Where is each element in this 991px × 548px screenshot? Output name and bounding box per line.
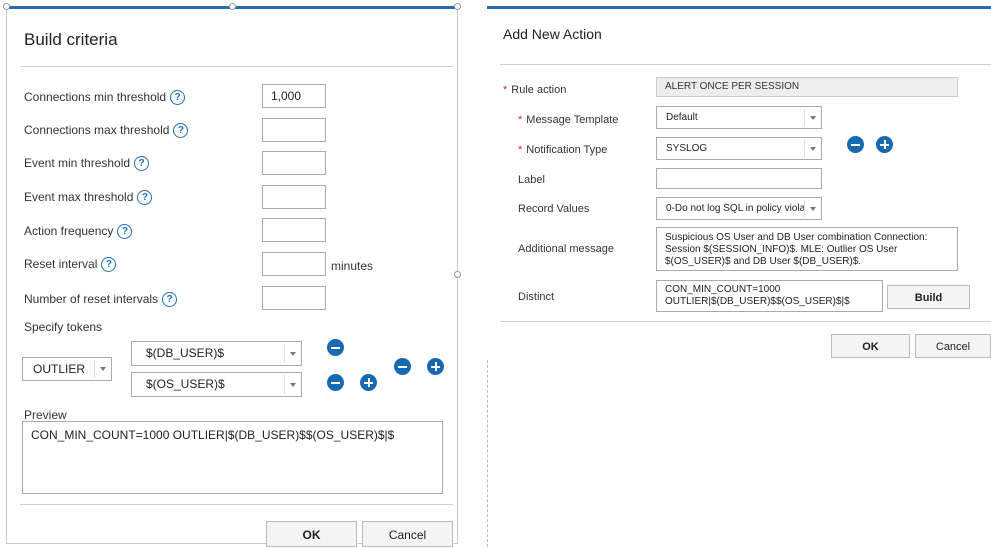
field-label-event-min: Event min threshold?	[24, 156, 150, 172]
resize-handle[interactable]	[454, 3, 461, 10]
connections-min-input[interactable]: 1,000	[262, 84, 326, 108]
add-token-group-icon[interactable]	[427, 358, 444, 375]
cancel-button[interactable]: Cancel	[362, 521, 453, 547]
record-values-label: Record Values	[518, 203, 590, 215]
ok-button[interactable]: OK	[266, 521, 357, 547]
field-label-reset-interval: Reset interval?	[24, 257, 117, 273]
label-input[interactable]	[656, 168, 822, 189]
help-icon[interactable]: ?	[101, 257, 117, 273]
chevron-down-icon	[804, 200, 821, 217]
help-icon[interactable]: ?	[173, 123, 189, 139]
field-label-reset-intervals: Number of reset intervals?	[24, 292, 178, 308]
specify-tokens-label: Specify tokens	[24, 320, 103, 334]
action-frequency-input[interactable]	[262, 218, 326, 242]
chevron-down-icon	[284, 344, 301, 363]
token-type-value: OUTLIER	[33, 362, 86, 376]
event-min-input[interactable]	[262, 151, 326, 175]
connections-max-input[interactable]	[262, 118, 326, 142]
additional-message-label: Additional message	[518, 243, 615, 255]
event-max-input[interactable]	[262, 185, 326, 209]
resize-handle[interactable]	[3, 3, 10, 10]
chevron-down-icon	[804, 140, 821, 157]
token-value-select-1[interactable]: $(DB_USER)$	[131, 341, 302, 366]
chevron-down-icon	[94, 360, 111, 378]
remove-notification-icon[interactable]	[847, 136, 864, 153]
reset-intervals-input[interactable]	[262, 286, 326, 310]
token-type-select[interactable]: OUTLIER	[22, 357, 112, 381]
add-notification-icon[interactable]	[876, 136, 893, 153]
message-template-label: * Message Template	[518, 114, 619, 126]
divider	[20, 504, 453, 505]
help-icon[interactable]: ?	[170, 90, 186, 106]
notification-type-select[interactable]: SYSLOG	[656, 137, 822, 160]
field-label-event-max: Event max threshold?	[24, 190, 153, 206]
remove-token-group-icon[interactable]	[394, 358, 411, 375]
ok-button[interactable]: OK	[831, 334, 910, 358]
label-field-label: Label	[518, 174, 545, 186]
resize-handle[interactable]	[454, 271, 461, 278]
cancel-button[interactable]: Cancel	[915, 334, 991, 358]
chevron-down-icon	[284, 375, 301, 394]
divider	[20, 66, 453, 67]
distinct-textarea[interactable]: CON_MIN_COUNT=1000 OUTLIER|$(DB_USER)$$(…	[656, 280, 883, 312]
preview-label: Preview	[24, 408, 67, 422]
message-template-select[interactable]: Default	[656, 106, 822, 129]
reset-interval-input[interactable]	[262, 252, 326, 276]
notification-type-value: SYSLOG	[666, 143, 708, 154]
preview-textarea[interactable]: CON_MIN_COUNT=1000 OUTLIER|$(DB_USER)$$(…	[22, 421, 443, 494]
dialog-title: Build criteria	[24, 30, 118, 49]
record-values-value: 0-Do not log SQL in policy viola	[666, 203, 806, 214]
rule-action-label: * Rule action	[503, 84, 567, 96]
resize-handle[interactable]	[229, 3, 236, 10]
field-label-connections-max: Connections max threshold?	[24, 123, 189, 139]
distinct-label: Distinct	[518, 291, 555, 303]
chevron-down-icon	[804, 109, 821, 126]
help-icon[interactable]: ?	[162, 292, 178, 308]
minutes-suffix: minutes	[331, 259, 374, 273]
additional-message-textarea[interactable]: Suspicious OS User and DB User combinati…	[656, 227, 958, 271]
token-value: $(DB_USER)$	[146, 346, 225, 360]
build-button[interactable]: Build	[887, 285, 970, 309]
help-icon[interactable]: ?	[134, 156, 150, 172]
field-label-action-frequency: Action frequency?	[24, 224, 133, 240]
divider	[500, 64, 991, 65]
add-token-icon[interactable]	[360, 374, 377, 391]
record-values-select[interactable]: 0-Do not log SQL in policy viola	[656, 197, 822, 220]
divider	[500, 321, 991, 322]
remove-token-icon[interactable]	[327, 374, 344, 391]
notification-type-label: * Notification Type	[518, 144, 608, 156]
token-value: $(OS_USER)$	[146, 377, 225, 391]
divider	[487, 360, 488, 547]
message-template-value: Default	[666, 112, 698, 123]
help-icon[interactable]: ?	[117, 224, 133, 240]
field-label-connections-min: Connections min threshold?	[24, 90, 186, 106]
rule-action-field: ALERT ONCE PER SESSION	[656, 77, 958, 97]
help-icon[interactable]: ?	[137, 190, 153, 206]
remove-token-icon[interactable]	[327, 339, 344, 356]
token-value-select-2[interactable]: $(OS_USER)$	[131, 372, 302, 397]
dialog-title: Add New Action	[503, 26, 602, 42]
